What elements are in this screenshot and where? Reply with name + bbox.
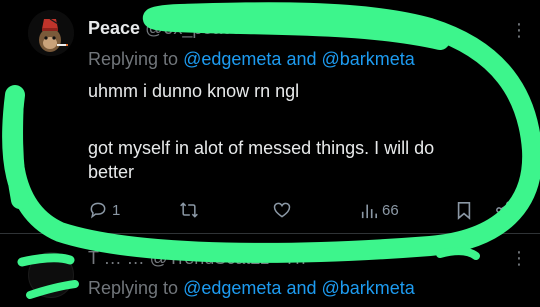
heart-icon [273,202,291,218]
views-icon [361,204,378,219]
replying-to: Replying to @edgemeta and @barkmeta [88,278,415,299]
mention-barkmeta[interactable]: @barkmeta [322,278,415,298]
replying-to: Replying to @edgemeta and @barkmeta [88,49,415,70]
mention-edgemeta[interactable]: @edgemeta [183,278,281,298]
view-count: 66 [382,201,399,219]
tweet[interactable]: Peace @0x_peace1 · 10h ⋮ Replying to @ed… [0,0,540,232]
retweet-button[interactable] [178,200,200,220]
separator-dot: · [256,18,263,38]
replying-prefix: Replying to [88,49,179,69]
action-bar: 1 66 [0,200,540,224]
reply-count: 1 [112,201,121,219]
views-button[interactable]: 66 [360,200,399,220]
tweet-body-line: uhmm i dunno know rn ngl [88,81,300,101]
screenshot: Peace @0x_peace1 · 10h ⋮ Replying to @ed… [0,0,540,307]
more-icon[interactable]: ⋮ [510,20,529,41]
timestamp[interactable]: 10h [267,18,297,38]
mention-and: and [286,278,317,298]
mention-barkmeta[interactable]: @barkmeta [322,49,415,69]
share-button[interactable] [494,200,514,220]
replying-prefix: Replying to [88,278,179,298]
tweet-header: T … … @TrendScat2z · 7h [88,248,306,268]
avatar[interactable] [28,252,74,298]
bookmark-icon [457,201,471,220]
mention-edgemeta[interactable]: @edgemeta [183,49,281,69]
tweet[interactable]: T … … @TrendScat2z · 7h ⋮ Replying to @e… [0,234,540,307]
tweet-header: Peace @0x_peace1 · 10h [88,17,298,39]
avatar[interactable] [28,10,74,56]
mention-and: and [286,49,317,69]
author-handle[interactable]: @0x_peace1 [145,18,251,38]
bookmark-button[interactable] [455,200,473,220]
share-icon [496,201,512,219]
reply-icon [90,202,106,219]
more-icon[interactable]: ⋮ [510,248,528,269]
like-button[interactable] [272,200,292,220]
retweet-icon [180,202,198,218]
tweet-body-line: better [88,162,135,182]
reply-button[interactable]: 1 [88,200,120,220]
author-name[interactable]: Peace [88,18,140,38]
tweet-body-line: got myself in alot of messed things. I w… [88,138,435,158]
